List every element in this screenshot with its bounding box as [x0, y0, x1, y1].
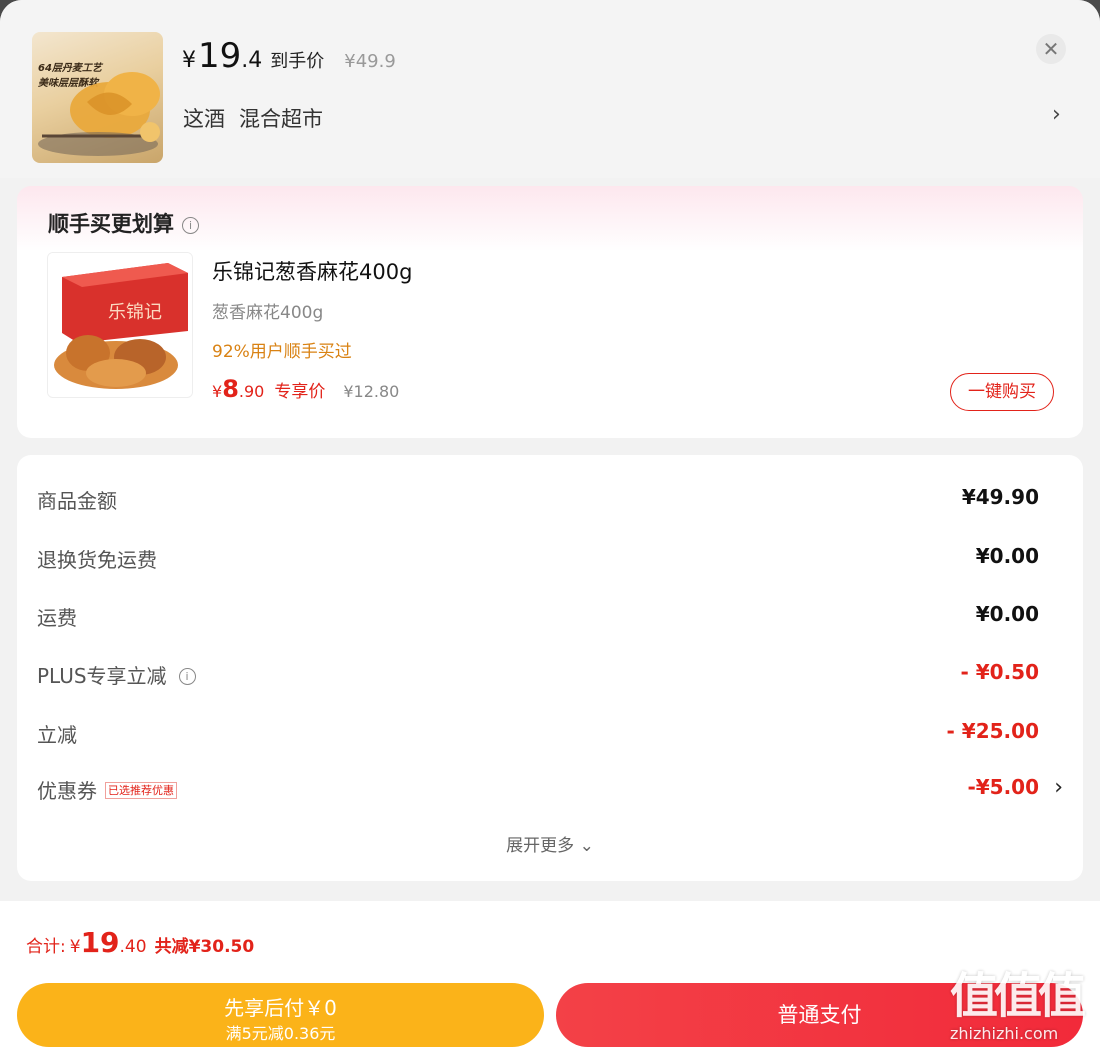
normal-pay-button[interactable]: 普通支付 [556, 983, 1083, 1047]
summary-row-shipping: 运费 ¥0.00 [37, 602, 1063, 636]
summary-row-return-shipping: 退换货免运费 ¥0.00 [37, 544, 1063, 578]
store-type: 混合超市 [239, 107, 323, 131]
summary-label: 运费 [37, 606, 77, 630]
price-label: 到手价 [270, 51, 325, 72]
store-info[interactable]: 这酒 混合超市 [183, 103, 323, 133]
expand-more-label: 展开更多 [506, 836, 575, 856]
summary-label: 立减 [37, 723, 77, 747]
addon-product-image[interactable]: 乐锦记 [47, 252, 193, 398]
addon-product-spec: 葱香麻花400g [212, 303, 324, 323]
product-thumbnail: 64层丹麦工艺 美味层层酥软 [32, 32, 163, 163]
summary-row-coupon[interactable]: 优惠券 已选推荐优惠 -¥5.00 › [37, 775, 1063, 809]
addon-price-integer: 8 [222, 375, 239, 403]
addon-title-text: 顺手买更划算 [48, 212, 174, 236]
coupon-tag: 已选推荐优惠 [105, 782, 177, 799]
summary-label: 商品金额 [37, 489, 117, 513]
pastry-illustration [38, 72, 160, 156]
original-price: ¥49.9 [344, 51, 396, 72]
close-icon[interactable]: ✕ [1036, 34, 1066, 64]
total-label: 合计: [26, 937, 66, 957]
final-price: ¥ 19 .4 到手价 ¥49.9 [182, 36, 396, 76]
addon-recommendation-card: 顺手买更划算 i 乐锦记 乐锦记葱香麻花400g 葱香麻花400g 92%用户顺手… [17, 186, 1083, 438]
summary-value: ¥0.00 [975, 544, 1039, 568]
total-currency: ¥ [69, 937, 81, 957]
snack-box-illustration: 乐锦记 [48, 253, 192, 397]
summary-label: 退换货免运费 [37, 548, 157, 572]
checkout-sheet: 64层丹麦工艺 美味层层酥软 ¥ 19 .4 到手价 ¥49.9 这酒 混合超市 … [0, 0, 1100, 1052]
addon-purchase-note: 92%用户顺手买过 [212, 342, 352, 362]
one-click-buy-button[interactable]: 一键购买 [950, 373, 1054, 411]
coupon-label: 优惠券 [37, 779, 97, 803]
plus-discount-label: PLUS专享立减 [37, 664, 167, 688]
addon-original-price: ¥12.80 [343, 382, 400, 401]
addon-title: 顺手买更划算 i [48, 208, 199, 238]
addon-price: ¥ 8 .90 专享价 ¥12.80 [212, 375, 399, 403]
expand-more-button[interactable]: 展开更多 ⌄ [17, 831, 1083, 856]
price-decimal: .4 [241, 48, 263, 73]
info-icon[interactable]: i [178, 668, 196, 685]
box-brand-text: 乐锦记 [108, 302, 162, 323]
summary-value: -¥5.00 [967, 775, 1039, 799]
summary-value: - ¥25.00 [946, 719, 1039, 743]
pay-later-title: 先享后付￥0 [224, 996, 337, 1020]
price-integer: 19 [198, 36, 242, 76]
summary-label: 优惠券 已选推荐优惠 [37, 775, 177, 804]
summary-label: PLUS专享立减 i [37, 660, 196, 689]
pay-later-button[interactable]: 先享后付￥0 满5元减0.36元 [17, 983, 544, 1047]
store-name: 这酒 [183, 107, 225, 131]
product-header: 64层丹麦工艺 美味层层酥软 ¥ 19 .4 到手价 ¥49.9 这酒 混合超市 … [0, 0, 1100, 178]
summary-row-plus-discount: PLUS专享立减 i - ¥0.50 [37, 660, 1063, 694]
chevron-right-icon[interactable]: › [1052, 102, 1061, 127]
summary-row-instant-discount: 立减 - ¥25.00 [37, 719, 1063, 753]
order-total: 合计: ¥ 19 .40 共减¥30.50 [26, 926, 254, 959]
pay-later-promo: 满5元减0.36元 [225, 1024, 336, 1043]
total-decimal: .40 [119, 937, 147, 957]
summary-row-subtotal: 商品金额 ¥49.90 [37, 485, 1063, 519]
summary-value: ¥0.00 [975, 602, 1039, 626]
price-summary-card: 商品金额 ¥49.90 退换货免运费 ¥0.00 运费 ¥0.00 PLUS专享… [17, 455, 1083, 881]
summary-value: - ¥0.50 [960, 660, 1039, 684]
price-currency: ¥ [182, 48, 196, 73]
summary-value: ¥49.90 [961, 485, 1039, 509]
total-savings: 共减¥30.50 [154, 937, 255, 957]
addon-price-currency: ¥ [212, 382, 223, 401]
addon-price-decimal: .90 [238, 382, 265, 401]
addon-product-name[interactable]: 乐锦记葱香麻花400g [212, 256, 412, 286]
addon-price-label: 专享价 [274, 382, 326, 402]
chevron-right-icon[interactable]: › [1054, 775, 1063, 800]
checkout-bar: 合计: ¥ 19 .40 共减¥30.50 先享后付￥0 满5元减0.36元 普… [0, 901, 1100, 1052]
chevron-down-icon: ⌄ [579, 836, 594, 856]
total-integer: 19 [80, 926, 120, 959]
info-icon[interactable]: i [182, 217, 199, 234]
